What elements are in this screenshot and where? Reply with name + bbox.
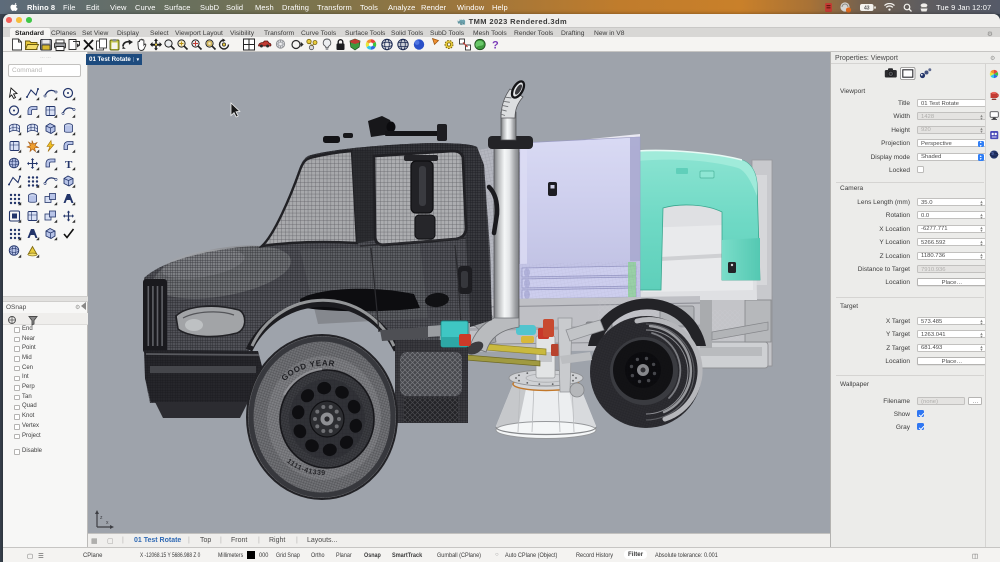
svg-text:43: 43 [864,5,870,11]
svg-text:?: ? [492,40,499,52]
